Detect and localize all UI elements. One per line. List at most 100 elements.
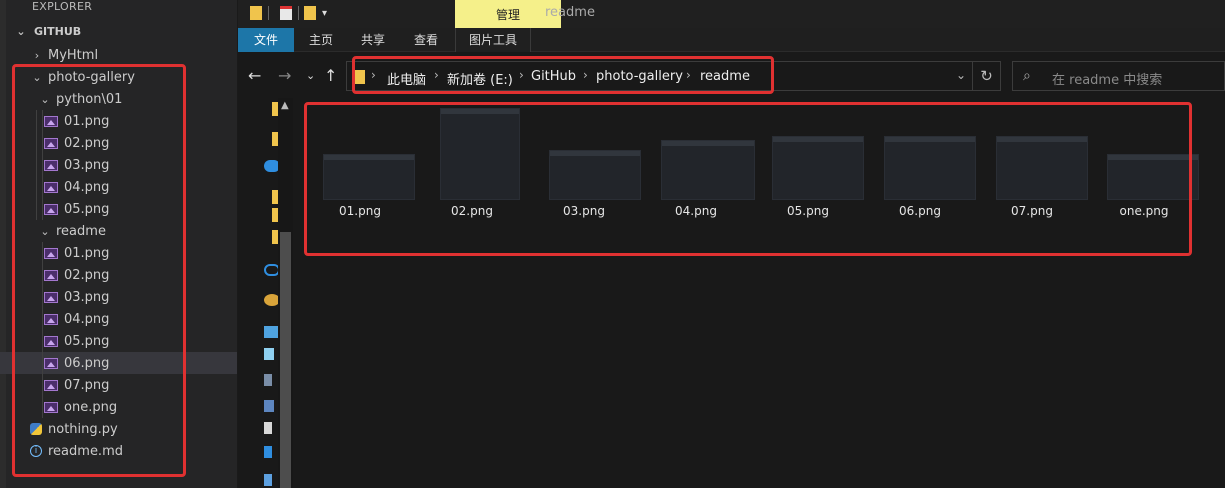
breadcrumb-photo-gallery[interactable]: photo-gallery	[596, 69, 683, 84]
image-file-icon	[44, 159, 58, 171]
tree-file[interactable]: 05.png	[0, 330, 237, 352]
image-file-icon	[44, 181, 58, 193]
chevron-right-icon[interactable]: ›	[686, 68, 691, 82]
folder-icon[interactable]	[250, 6, 262, 20]
tree-file[interactable]: 06.png	[0, 352, 237, 374]
breadcrumb-this-pc[interactable]: 此电脑	[387, 69, 426, 88]
chevron-right-icon[interactable]: ›	[371, 68, 376, 82]
scroll-up-icon[interactable]: ▲	[281, 100, 289, 111]
scrollbar-thumb[interactable]	[280, 232, 291, 488]
tree-item-label: nothing.py	[48, 421, 118, 437]
image-file-icon	[44, 269, 58, 281]
image-file-icon	[44, 137, 58, 149]
file-explorer-window: ▾ 管理 readme 文件 主页 共享 查看 图片工具 ← → ⌄ ↑ › 此…	[238, 0, 1225, 488]
tree-folder[interactable]: ⌄ readme	[0, 220, 237, 242]
indent-guide	[42, 242, 43, 418]
chevron-right-icon[interactable]: ›	[583, 68, 588, 82]
toolbar-divider	[268, 6, 269, 20]
image-file-icon	[44, 247, 58, 259]
navigation-pane-scrollbar[interactable]: ▲	[278, 98, 293, 488]
breadcrumb-readme[interactable]: readme	[700, 69, 750, 84]
pictures-icon[interactable]	[264, 400, 274, 412]
tree-file[interactable]: i readme.md	[0, 440, 237, 462]
new-folder-icon[interactable]	[304, 6, 316, 20]
forward-arrow-icon[interactable]: →	[278, 66, 291, 85]
image-file-icon	[44, 313, 58, 325]
chevron-right-icon[interactable]: ›	[434, 68, 439, 82]
vscode-explorer-sidebar: EXPLORER ⌄ GITHUB › MyHtml ⌄ photo-gallery ⌄…	[0, 0, 238, 488]
file-thumbnail-item[interactable]: 05.png	[752, 108, 864, 218]
tab-share[interactable]: 共享	[352, 28, 394, 52]
info-icon: i	[30, 445, 42, 457]
thumbnail-titlebar	[885, 137, 975, 142]
tree-file[interactable]: one.png	[0, 396, 237, 418]
breadcrumb-drive[interactable]: 新加卷 (E:)	[447, 69, 513, 88]
documents-icon[interactable]	[264, 422, 272, 434]
image-thumbnail	[440, 108, 520, 200]
video-icon[interactable]	[264, 374, 272, 386]
chevron-down-icon: ⌄	[32, 70, 42, 84]
file-name-label: 05.png	[787, 204, 829, 218]
file-thumbnail-item[interactable]: 04.png	[640, 108, 755, 218]
tree-item-label: 03.png	[64, 289, 110, 305]
tree-item-label: 04.png	[64, 179, 110, 195]
image-thumbnail	[661, 140, 755, 200]
image-file-icon	[44, 115, 58, 127]
recent-locations-icon[interactable]: ⌄	[306, 69, 315, 82]
file-thumbnail-item[interactable]: 01.png	[304, 108, 416, 218]
tab-file[interactable]: 文件	[238, 28, 294, 52]
folder-icon	[353, 70, 365, 84]
refresh-icon[interactable]: ↻	[972, 62, 1000, 90]
tree-item-label: 05.png	[64, 333, 110, 349]
address-bar[interactable]: › 此电脑 › 新加卷 (E:) › GitHub › photo-galler…	[346, 61, 1001, 91]
tab-picture-tools[interactable]: 图片工具	[455, 28, 531, 52]
image-file-icon	[44, 357, 58, 369]
downloads-icon[interactable]	[264, 446, 272, 458]
thumbnail-titlebar	[441, 109, 519, 114]
search-input[interactable]: ⌕ 在 readme 中搜索	[1012, 61, 1225, 91]
back-arrow-icon[interactable]: ←	[248, 66, 261, 85]
thumbnail-titlebar	[324, 155, 414, 160]
chevron-down-icon[interactable]: ⌄	[956, 68, 966, 82]
tree-file[interactable]: 03.png	[0, 286, 237, 308]
tree-item-label: readme.md	[48, 443, 123, 459]
file-name-label: 07.png	[1011, 204, 1053, 218]
tree-file[interactable]: 01.png	[0, 242, 237, 264]
up-arrow-icon[interactable]: ↑	[324, 66, 337, 85]
tree-folder[interactable]: ⌄ python\01	[0, 88, 237, 110]
tab-view[interactable]: 查看	[405, 28, 447, 52]
image-file-icon	[44, 401, 58, 413]
tree-file[interactable]: nothing.py	[0, 418, 237, 440]
chevron-right-icon[interactable]: ›	[519, 68, 524, 82]
properties-icon[interactable]	[280, 6, 292, 20]
file-thumbnail-item[interactable]: one.png	[1088, 108, 1200, 218]
file-thumbnail-item[interactable]: 07.png	[976, 108, 1088, 218]
search-icon: ⌕	[1023, 68, 1031, 84]
thumbnail-titlebar	[773, 137, 863, 142]
image-file-icon	[44, 379, 58, 391]
tree-item-label: python\01	[56, 91, 123, 107]
breadcrumb-github[interactable]: GitHub	[531, 69, 576, 84]
music-icon[interactable]	[264, 474, 272, 486]
tree-item-label: 05.png	[64, 201, 110, 217]
indent-guide	[36, 110, 37, 220]
tree-file[interactable]: 07.png	[0, 374, 237, 396]
chevron-down-icon: ⌄	[16, 25, 26, 38]
file-thumbnail-item[interactable]: 02.png	[416, 108, 528, 218]
3d-objects-icon[interactable]	[264, 348, 274, 360]
file-thumbnail-item[interactable]: 06.png	[864, 108, 976, 218]
tab-home[interactable]: 主页	[300, 28, 342, 52]
tree-folder[interactable]: › MyHtml	[0, 44, 237, 66]
file-list: 01.png 02.png 03.png 04.png 05.png 06.png 07.p…	[298, 98, 1225, 488]
chevron-down-icon: ⌄	[40, 92, 50, 106]
workspace-header[interactable]: ⌄ GITHUB	[14, 25, 81, 38]
image-thumbnail	[1107, 154, 1199, 200]
screen: EXPLORER ⌄ GITHUB › MyHtml ⌄ photo-gallery ⌄…	[0, 0, 1225, 488]
tree-file[interactable]: 04.png	[0, 308, 237, 330]
tree-folder[interactable]: ⌄ photo-gallery	[0, 66, 237, 88]
file-thumbnail-item[interactable]: 03.png	[528, 108, 641, 218]
tree-item-label: one.png	[64, 399, 118, 415]
customize-toolbar-icon[interactable]: ▾	[322, 8, 334, 22]
tree-item-label: photo-gallery	[48, 69, 135, 85]
tree-file[interactable]: 02.png	[0, 264, 237, 286]
